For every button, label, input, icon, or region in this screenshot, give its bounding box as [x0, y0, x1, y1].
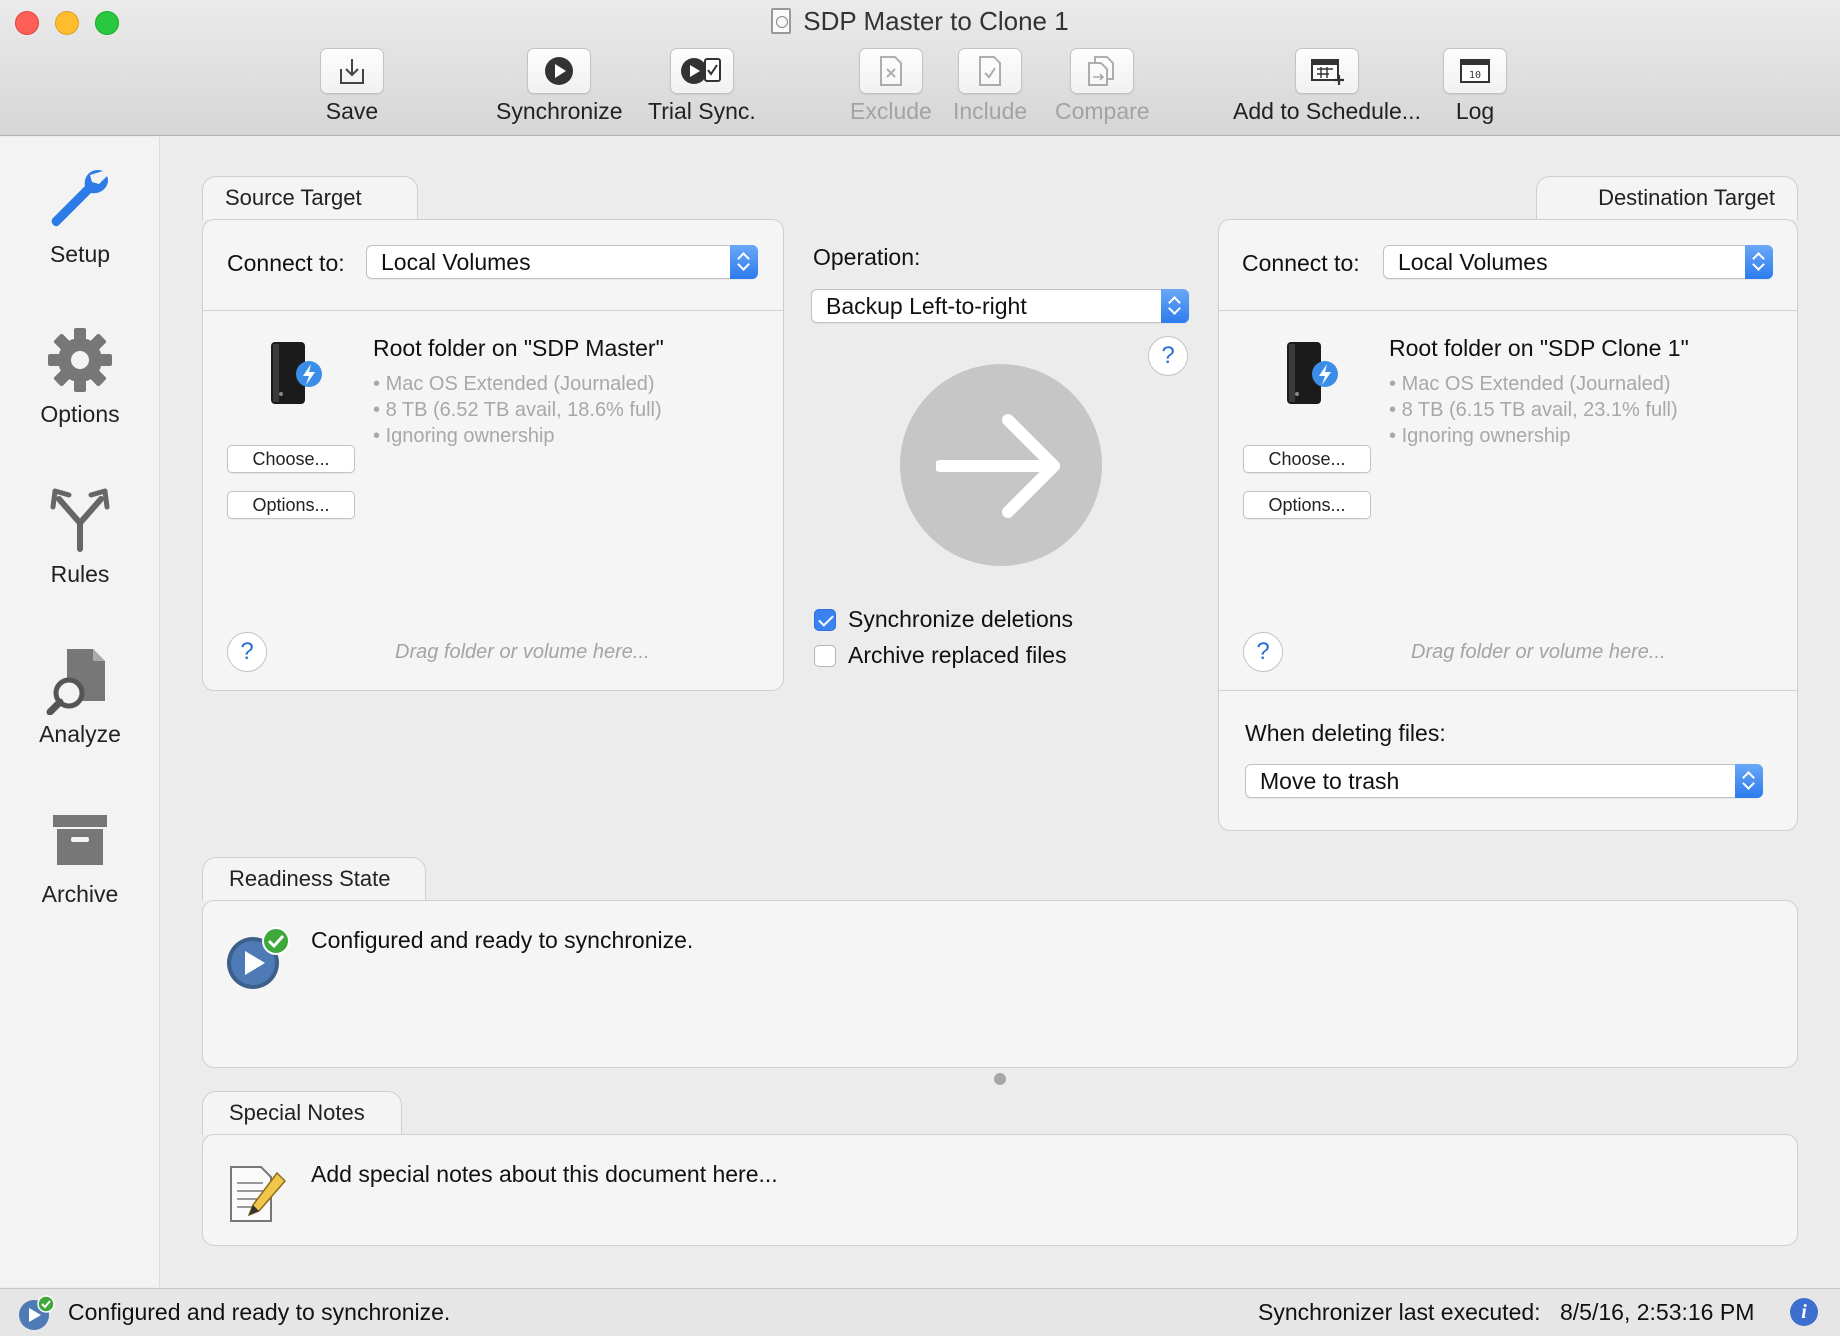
- when-deleting-label: When deleting files:: [1245, 720, 1446, 746]
- archive-box-icon: [53, 815, 107, 865]
- destination-lower-divider: [1219, 690, 1797, 691]
- operation-label: Operation:: [813, 244, 921, 270]
- operation-help-button[interactable]: ?: [1148, 336, 1188, 376]
- source-help-button[interactable]: ?: [227, 632, 267, 672]
- operation-popup[interactable]: Backup Left-to-right: [811, 289, 1189, 323]
- gear-icon: [48, 328, 112, 392]
- destination-divider: [1219, 310, 1797, 311]
- trial-sync-icon: [680, 58, 721, 84]
- archive-replaced-label: Archive replaced files: [848, 642, 1067, 668]
- source-target-panel: Connect to: Local Volumes Root folder on…: [202, 219, 784, 691]
- sidebar-item-setup[interactable]: Setup: [0, 165, 160, 268]
- calendar-add-icon: [1310, 59, 1344, 85]
- split-resize-handle[interactable]: [994, 1073, 1006, 1085]
- destination-target-tab: Destination Target: [1536, 176, 1798, 220]
- exclude-button[interactable]: Exclude: [850, 48, 932, 125]
- destination-detail-ownership: Ignoring ownership: [1389, 423, 1678, 449]
- sync-deletions-checkbox[interactable]: [814, 609, 836, 631]
- include-document-icon: [979, 56, 1002, 86]
- info-icon[interactable]: i: [1790, 1298, 1818, 1326]
- log-button[interactable]: 10 Log: [1443, 48, 1507, 125]
- add-to-schedule-button[interactable]: Add to Schedule...: [1233, 48, 1421, 125]
- trial-sync-button[interactable]: Trial Sync.: [648, 48, 756, 125]
- document-icon: [771, 8, 792, 34]
- sync-deletions-label: Synchronize deletions: [848, 606, 1074, 632]
- save-download-icon: [340, 59, 364, 84]
- destination-volume-details: Mac OS Extended (Journaled) 8 TB (6.15 T…: [1389, 371, 1678, 449]
- source-choose-button[interactable]: Choose...: [227, 445, 355, 473]
- destination-drag-hint: Drag folder or volume here...: [1411, 641, 1666, 663]
- readiness-message: Configured and ready to synchronize.: [311, 927, 694, 953]
- status-message: Configured and ready to synchronize.: [68, 1299, 451, 1325]
- source-volume-title: Root folder on "SDP Master": [373, 335, 664, 361]
- sidebar: Setup Options Rules Analyze Archive: [0, 137, 160, 1287]
- ready-play-check-icon: [227, 927, 290, 989]
- compare-documents-icon: [1088, 56, 1115, 86]
- destination-choose-button[interactable]: Choose...: [1243, 445, 1371, 473]
- play-circle-icon: [545, 57, 574, 85]
- destination-detail-format: Mac OS Extended (Journaled): [1389, 371, 1678, 397]
- popup-stepper-icon: [1735, 764, 1763, 798]
- when-deleting-popup[interactable]: Move to trash: [1245, 764, 1763, 798]
- last-executed-value: 8/5/16, 2:53:16 PM: [1560, 1299, 1755, 1325]
- destination-target-panel: Connect to: Local Volumes Root folder on…: [1218, 219, 1798, 831]
- popup-stepper-icon: [1745, 245, 1773, 279]
- title-bar: SDP Master to Clone 1 Save Synchronize T…: [0, 0, 1840, 136]
- log-window-icon: 10: [1460, 59, 1490, 83]
- right-arrow-icon: [936, 414, 1060, 518]
- synchronize-button[interactable]: Synchronize: [496, 48, 623, 125]
- note-pencil-icon: [230, 1166, 287, 1222]
- exclude-document-icon: [879, 56, 902, 86]
- external-drive-icon: [1287, 342, 1338, 404]
- source-detail-capacity: 8 TB (6.52 TB avail, 18.6% full): [373, 397, 662, 423]
- sidebar-item-options[interactable]: Options: [0, 325, 160, 428]
- special-notes-panel: Add special notes about this document he…: [202, 1134, 1798, 1246]
- sidebar-item-archive[interactable]: Archive: [0, 805, 160, 908]
- readiness-state-tab: Readiness State: [202, 857, 426, 901]
- include-button[interactable]: Include: [953, 48, 1027, 125]
- save-button[interactable]: Save: [320, 48, 384, 125]
- direction-arrow-circle: [900, 364, 1102, 566]
- source-connect-popup[interactable]: Local Volumes: [366, 245, 758, 279]
- svg-text:10: 10: [1469, 70, 1481, 81]
- last-executed-label: Synchronizer last executed:: [1258, 1299, 1541, 1325]
- source-connect-label: Connect to:: [227, 250, 345, 276]
- destination-volume-title: Root folder on "SDP Clone 1": [1389, 335, 1689, 361]
- destination-detail-capacity: 8 TB (6.15 TB avail, 23.1% full): [1389, 397, 1678, 423]
- external-drive-icon: [271, 342, 322, 404]
- sidebar-item-rules[interactable]: Rules: [0, 485, 160, 588]
- status-ready-icon: [19, 1295, 55, 1330]
- source-detail-format: Mac OS Extended (Journaled): [373, 371, 662, 397]
- destination-connect-popup[interactable]: Local Volumes: [1383, 245, 1773, 279]
- source-target-tab: Source Target: [202, 176, 418, 220]
- source-volume-details: Mac OS Extended (Journaled) 8 TB (6.52 T…: [373, 371, 662, 449]
- fork-arrows-icon: [50, 488, 110, 552]
- special-notes-field[interactable]: Add special notes about this document he…: [311, 1161, 778, 1188]
- compare-button[interactable]: Compare: [1055, 48, 1150, 125]
- sidebar-item-analyze[interactable]: Analyze: [0, 645, 160, 748]
- special-notes-tab: Special Notes: [202, 1091, 402, 1135]
- wrench-icon: [51, 169, 108, 227]
- source-detail-ownership: Ignoring ownership: [373, 423, 662, 449]
- window-title: SDP Master to Clone 1: [0, 6, 1840, 37]
- readiness-state-panel: Configured and ready to synchronize.: [202, 900, 1798, 1068]
- magnifier-document-icon: [46, 649, 105, 715]
- popup-stepper-icon: [1161, 289, 1189, 323]
- destination-options-button[interactable]: Options...: [1243, 491, 1371, 519]
- popup-stepper-icon: [730, 245, 758, 279]
- destination-connect-label: Connect to:: [1242, 250, 1360, 276]
- archive-replaced-checkbox[interactable]: [814, 645, 836, 667]
- destination-help-button[interactable]: ?: [1243, 632, 1283, 672]
- source-drag-hint: Drag folder or volume here...: [395, 641, 650, 663]
- status-bar: Configured and ready to synchronize. Syn…: [0, 1288, 1840, 1336]
- source-divider: [203, 310, 783, 311]
- source-options-button[interactable]: Options...: [227, 491, 355, 519]
